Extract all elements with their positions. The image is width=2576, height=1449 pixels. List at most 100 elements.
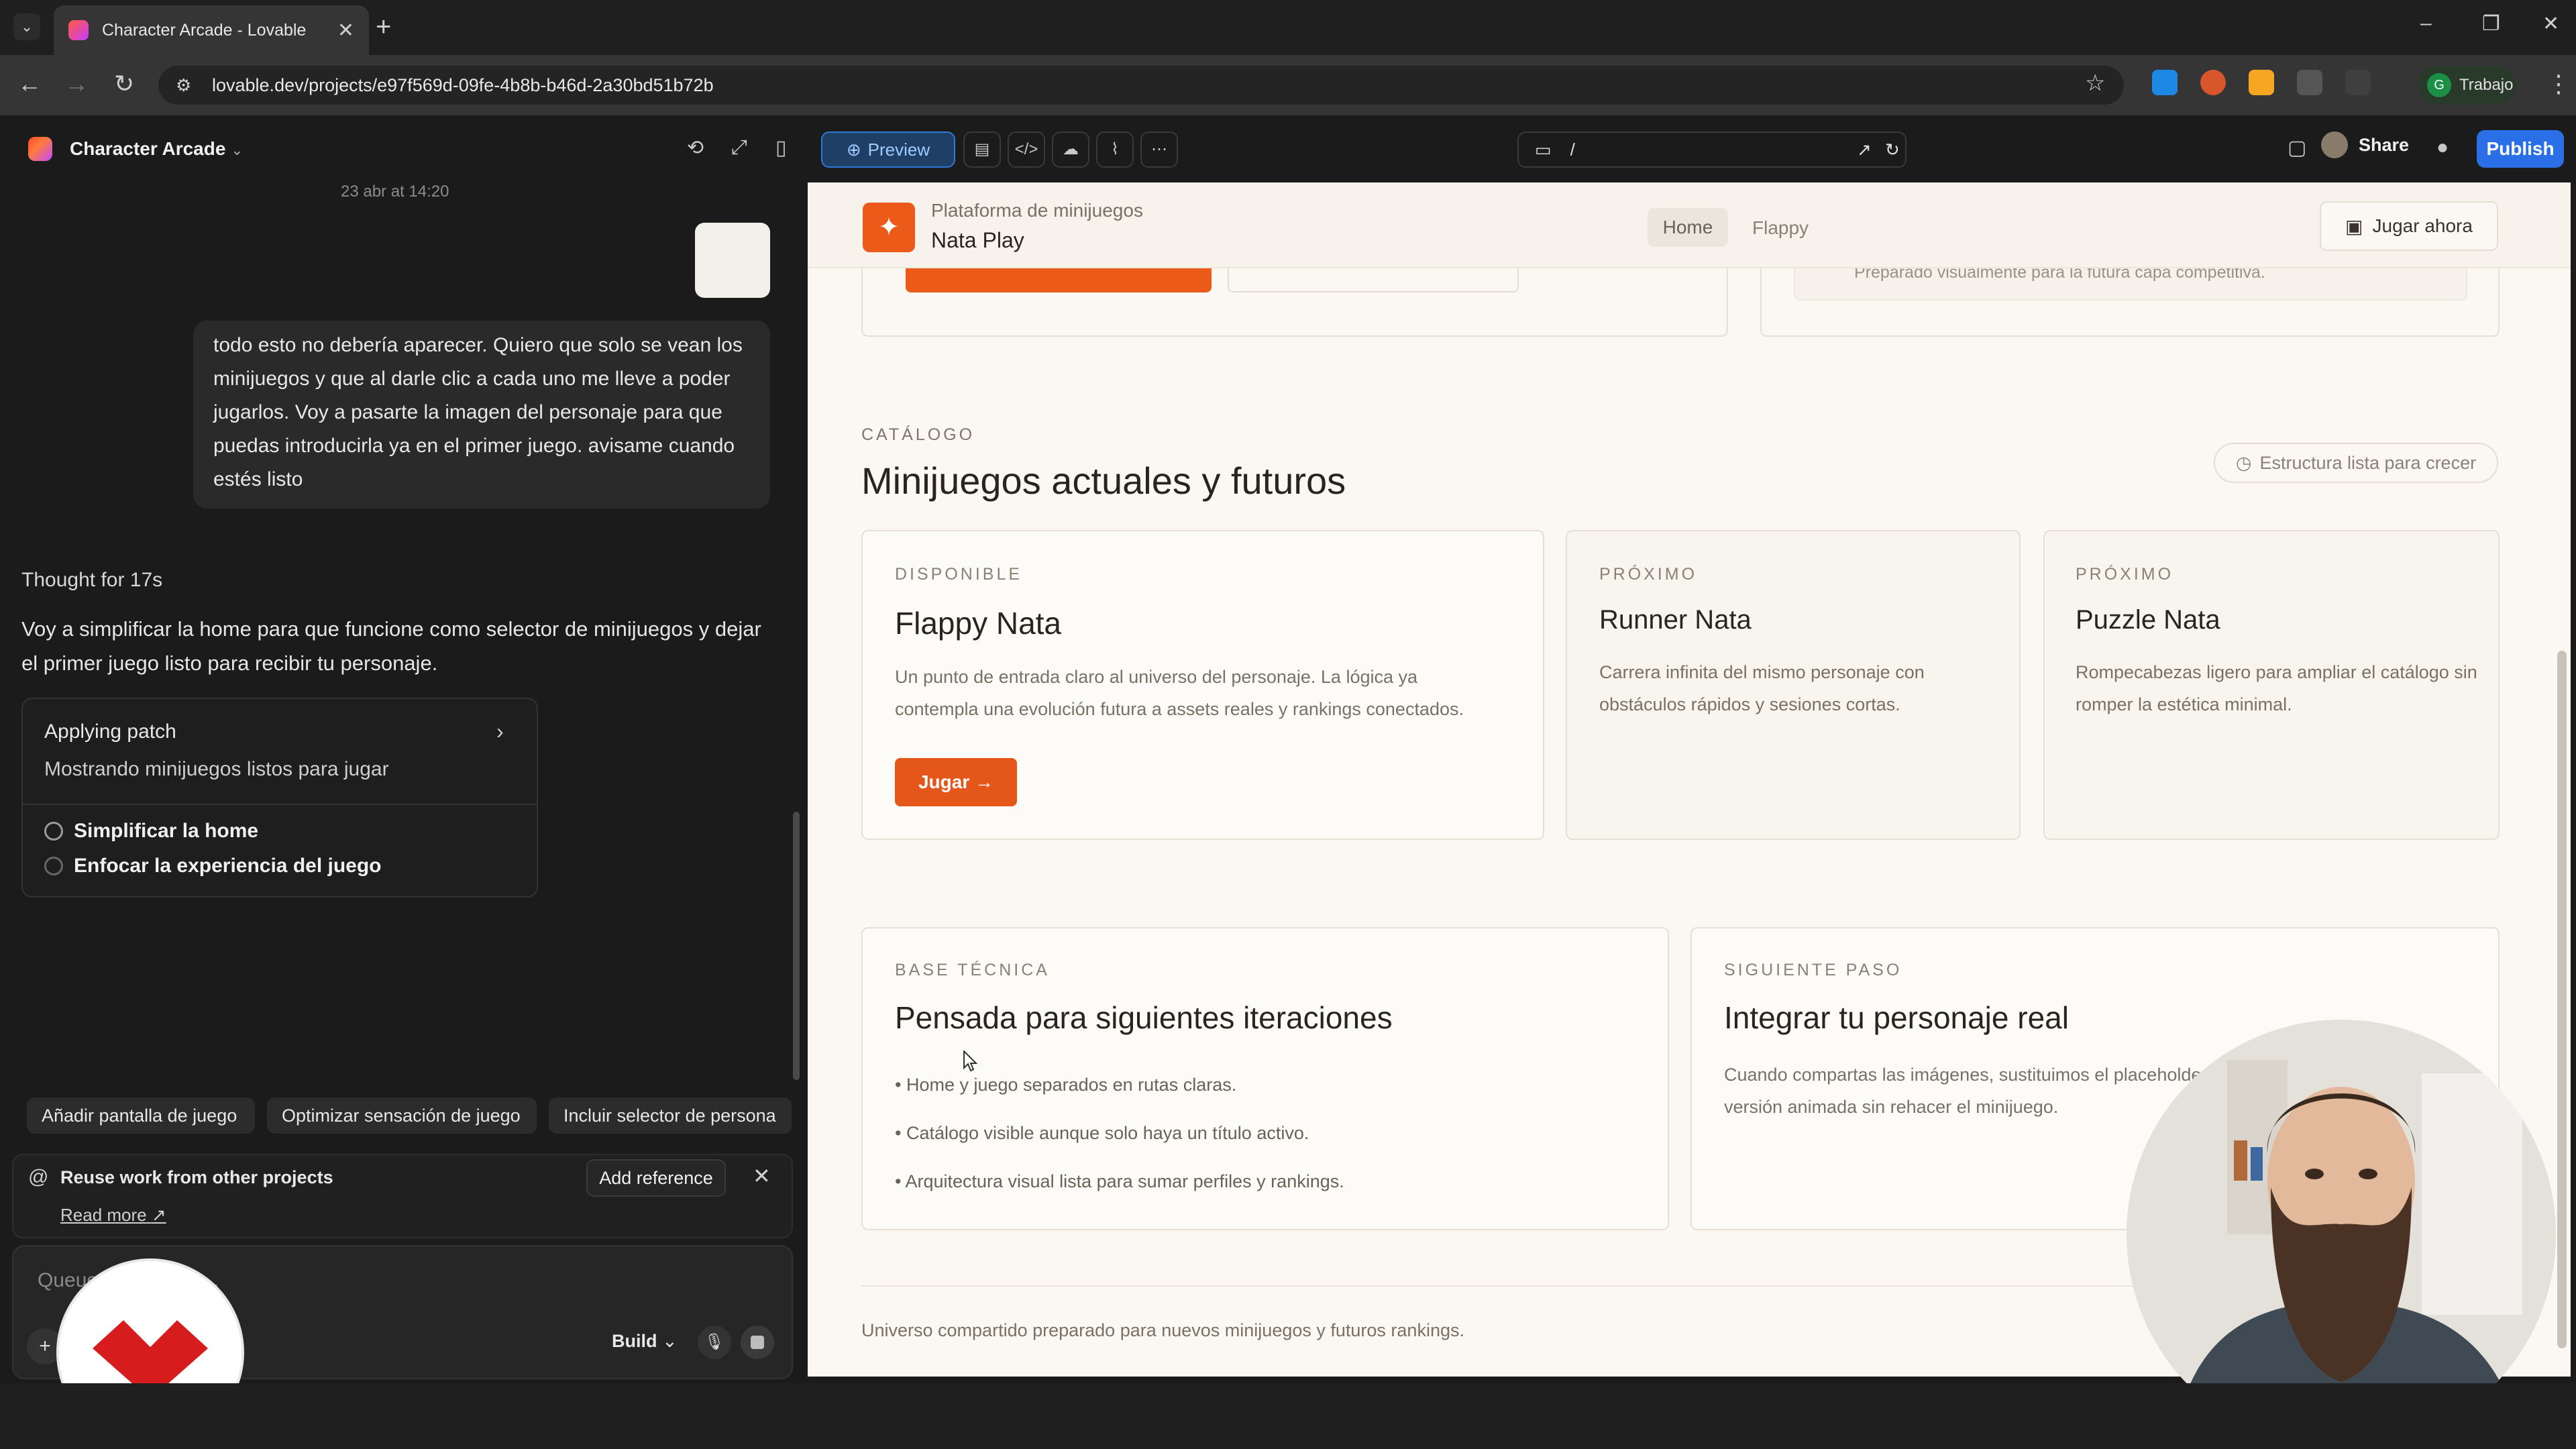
refresh-icon[interactable]: ↻ [1885, 140, 1900, 160]
external-link-icon: ↗ [151, 1205, 166, 1225]
sidebar-icon[interactable]: ▯ [775, 136, 787, 160]
catalog-badge: ◷ Estructura lista para crecer [2214, 443, 2498, 483]
add-reference-button[interactable]: Add reference [586, 1159, 726, 1197]
tab-search-button[interactable]: ⌄ [13, 13, 40, 40]
catalog-badge-label: Estructura lista para crecer [2259, 452, 2477, 473]
tech-bullet: • Home y juego separados en rutas claras… [895, 1075, 1237, 1095]
bookmark-star-icon[interactable]: ☆ [2085, 70, 2105, 97]
close-window-icon[interactable]: ✕ [2542, 12, 2559, 36]
game-status: PRÓXIMO [2076, 565, 2174, 584]
mode-label: Build [612, 1331, 657, 1351]
catalog-eyebrow: CATÁLOGO [861, 425, 975, 444]
preview-button[interactable]: ⊕ Preview [821, 131, 955, 168]
tech-bullet: • Arquitectura visual lista para sumar p… [895, 1171, 1344, 1191]
external-link-icon[interactable]: ↗ [1857, 140, 1872, 160]
extensions-puzzle-icon[interactable] [2345, 70, 2371, 95]
extension-claude-icon[interactable] [2200, 70, 2226, 95]
sparkle-icon: ✦ [863, 203, 915, 252]
stop-button[interactable] [741, 1326, 774, 1359]
globe-icon: ⊕ [846, 139, 861, 160]
message-timestamp: 23 abr at 14:20 [341, 182, 449, 201]
share-label: Share [2359, 134, 2410, 155]
hero-secondary-button[interactable] [1228, 266, 1519, 292]
chart-icon[interactable]: ⌇ [1096, 131, 1134, 168]
restore-icon[interactable]: ❐ [2482, 12, 2500, 36]
play-now-button[interactable]: ▣ Jugar ahora [2320, 201, 2498, 251]
chat-scrollbar[interactable] [793, 812, 800, 1080]
suggestion-chip[interactable]: Añadir pantalla de juego [27, 1097, 255, 1134]
play-label: Jugar [918, 771, 970, 792]
mouse-cursor-icon [963, 1051, 978, 1072]
forward-icon[interactable]: → [64, 70, 89, 98]
more-icon[interactable]: ⋯ [1140, 131, 1178, 168]
read-more-link[interactable]: Read more ↗ [60, 1205, 166, 1226]
microphone-icon[interactable]: 🎙 [698, 1326, 731, 1359]
reload-icon[interactable]: ↻ [114, 70, 134, 98]
game-status: DISPONIBLE [895, 565, 1023, 584]
patch-step-label: Simplificar la home [74, 820, 259, 842]
avatar [2321, 131, 2348, 158]
play-button[interactable]: Jugar → [895, 758, 1017, 806]
expand-icon[interactable]: ⤢ [731, 136, 747, 159]
extension-new-icon[interactable] [2249, 70, 2274, 95]
patch-step: Simplificar la home [44, 820, 258, 843]
project-name-dropdown[interactable]: Character Arcade ⌄ [70, 138, 244, 160]
chevron-down-icon: ⌄ [662, 1331, 678, 1351]
profile-avatar: G [2427, 73, 2451, 97]
nav-flappy[interactable]: Flappy [1752, 217, 1809, 239]
hero-primary-button[interactable] [906, 266, 1212, 292]
chat-toggle-icon[interactable]: ▢ [2288, 136, 2306, 160]
profile-chip[interactable]: G Trabajo [2418, 66, 2516, 105]
game-title: Runner Nata [1599, 605, 1752, 635]
address-bar[interactable]: ⚙ lovable.dev/projects/e97f569d-09fe-4b8… [158, 66, 2124, 105]
browser-tab[interactable]: Character Arcade - Lovable ✕ [54, 5, 369, 55]
preview-route-bar[interactable]: ▭ / ↗ ↻ [1517, 131, 1907, 168]
arrow-right-icon: → [975, 771, 994, 792]
site-info-icon[interactable]: ⚙ [176, 75, 196, 95]
play-now-label: Jugar ahora [2372, 215, 2473, 236]
code-icon[interactable]: </> [1008, 131, 1045, 168]
mode-dropdown[interactable]: Build ⌄ [612, 1331, 678, 1352]
back-icon[interactable]: ← [17, 70, 42, 98]
brand-name[interactable]: Nata Play [931, 228, 1024, 253]
user-message: todo esto no debería aparecer. Quiero qu… [193, 321, 770, 508]
share-button[interactable]: Share [2321, 131, 2409, 158]
project-name: Character Arcade [70, 138, 226, 159]
thought-duration[interactable]: Thought for 17s [21, 569, 162, 592]
suggestion-chip[interactable]: Optimizar sensación de juego [267, 1097, 537, 1134]
gamepad-icon: ▣ [2345, 215, 2363, 237]
cloud-icon[interactable]: ☁ [1052, 131, 1089, 168]
close-tab-icon[interactable]: ✕ [337, 19, 354, 42]
game-description: Carrera infinita del mismo personaje con… [1599, 662, 1925, 714]
publish-button[interactable]: Publish [2477, 130, 2564, 168]
minimize-icon[interactable]: – [2420, 12, 2432, 35]
game-title: Flappy Nata [895, 606, 1062, 641]
game-status: PRÓXIMO [1599, 565, 1698, 584]
tech-title: Pensada para siguientes iteraciones [895, 1000, 1393, 1035]
monitor-icon[interactable]: ▭ [1535, 140, 1552, 160]
url-text: lovable.dev/projects/e97f569d-09fe-4b8b-… [212, 74, 714, 95]
new-tab-button[interactable]: + [376, 12, 391, 42]
tech-bullet: • Catálogo visible aunque solo haya un t… [895, 1123, 1309, 1143]
close-icon[interactable]: ✕ [753, 1163, 771, 1189]
attach-plus-button[interactable]: + [27, 1328, 63, 1364]
read-more-label: Read more [60, 1205, 147, 1225]
extension-play-icon[interactable] [2152, 70, 2178, 95]
next-title: Integrar tu personaje real [1724, 1000, 2069, 1035]
bottom-frame [0, 1383, 2576, 1449]
history-icon[interactable]: ⟲ [687, 136, 704, 160]
github-icon[interactable]: ● [2436, 136, 2449, 159]
clock-icon: ◷ [2235, 452, 2252, 473]
attached-image-thumbnail[interactable] [695, 223, 770, 298]
chevron-right-icon[interactable]: › [496, 719, 504, 744]
pending-circle-icon [44, 857, 63, 875]
preview-scrollbar[interactable] [2557, 651, 2567, 1348]
extension-grid-icon[interactable] [2297, 70, 2322, 95]
nav-home[interactable]: Home [1648, 208, 1728, 247]
suggestion-chip[interactable]: Incluir selector de persona [549, 1097, 792, 1134]
file-icon[interactable]: ▤ [963, 131, 1001, 168]
app-topbar [0, 115, 2576, 182]
browser-menu-icon[interactable]: ⋮ [2546, 70, 2571, 98]
divider [23, 804, 537, 805]
patch-step: Enfocar la experiencia del juego [44, 855, 382, 877]
